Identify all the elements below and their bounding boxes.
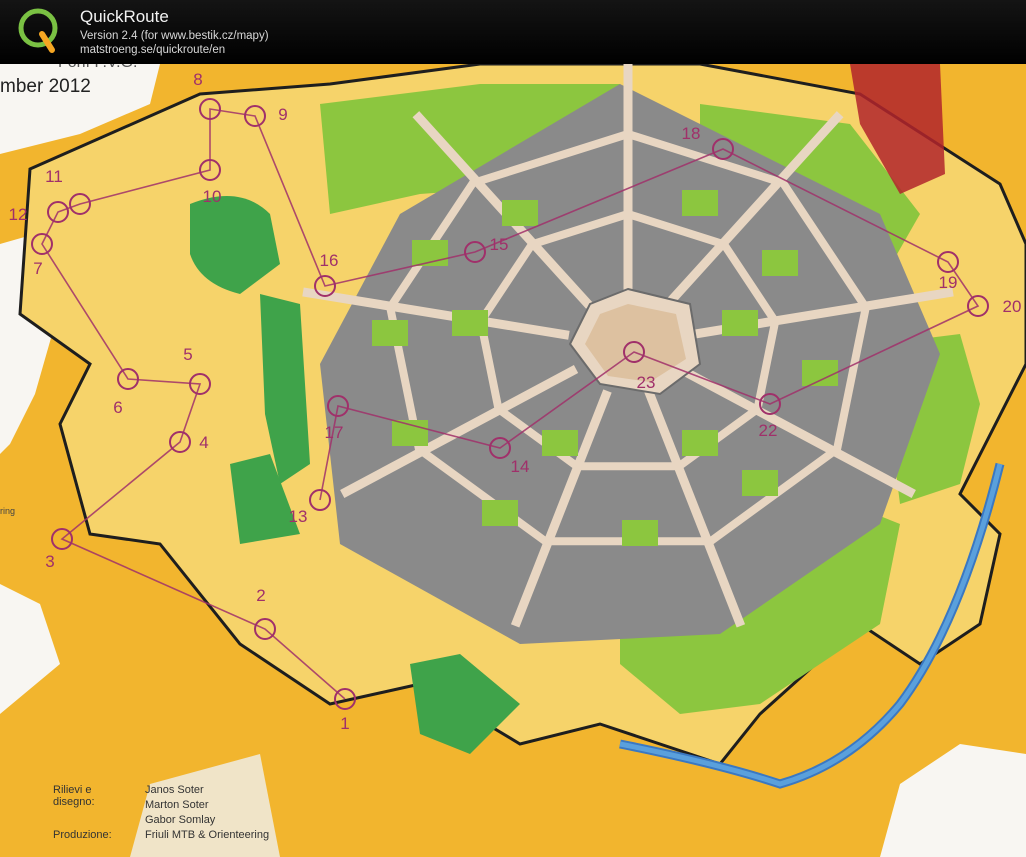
control-number: 18 [682,124,701,143]
courtyard-green [502,200,538,226]
quickroute-window: QuickRoute Version 2.4 (for www.bestik.c… [0,0,1026,857]
courtyard-green [682,430,718,456]
control-number: 15 [490,235,509,254]
control-number: 6 [113,398,122,417]
credit-value: Janos Soter [145,784,204,796]
courtyard-green [682,190,718,216]
credit-value: Marton Soter [145,799,209,811]
title-bar: QuickRoute Version 2.4 (for www.bestik.c… [0,0,1026,64]
control-number: 13 [289,507,308,526]
orienteering-map[interactable]: 12345678910111213141516171819202223 Forl… [0,64,1026,857]
control-number: 4 [199,433,208,452]
courtyard-green [762,250,798,276]
control-number: 16 [320,251,339,270]
control-number: 2 [256,586,265,605]
map-title-fragment: Forlì F.V.G. [58,64,137,72]
control-number: 9 [278,105,287,124]
courtyard-green [482,500,518,526]
credit-label: Rilievi e disegno: [53,784,95,808]
credit-value: Gabor Somlay [145,814,216,826]
control-number: 5 [183,345,192,364]
control-number: 19 [939,273,958,292]
control-number: 10 [203,187,222,206]
control-number: 12 [9,205,28,224]
control-number: 20 [1003,297,1022,316]
credit-label: Produzione: [53,829,112,841]
control-number: 8 [193,70,202,89]
app-url: matstroeng.se/quickroute/en [80,44,226,56]
app-title: QuickRoute [80,7,169,26]
courtyard-green [622,520,658,546]
control-number: 14 [511,457,530,476]
courtyard-green [542,430,578,456]
control-number: 22 [759,421,778,440]
control-number: 11 [45,167,63,186]
map-canvas[interactable]: 12345678910111213141516171819202223 [0,64,1026,857]
courtyard-green [802,360,838,386]
courtyard-green [452,310,488,336]
quickroute-logo-icon [18,8,58,53]
credit-value: Friuli MTB & Orienteering [145,829,270,841]
courtyard-green [742,470,778,496]
control-number: 7 [33,259,42,278]
control-number: 1 [340,714,349,733]
control-number: 3 [45,552,54,571]
control-number: 23 [637,373,656,392]
app-version: Version 2.4 (for www.bestik.cz/mapy) [80,30,269,42]
map-date: mber 2012 [0,76,91,97]
control-number: 17 [325,423,344,442]
courtyard-green [722,310,758,336]
map-edge-label: ring [0,506,16,516]
courtyard-green [372,320,408,346]
